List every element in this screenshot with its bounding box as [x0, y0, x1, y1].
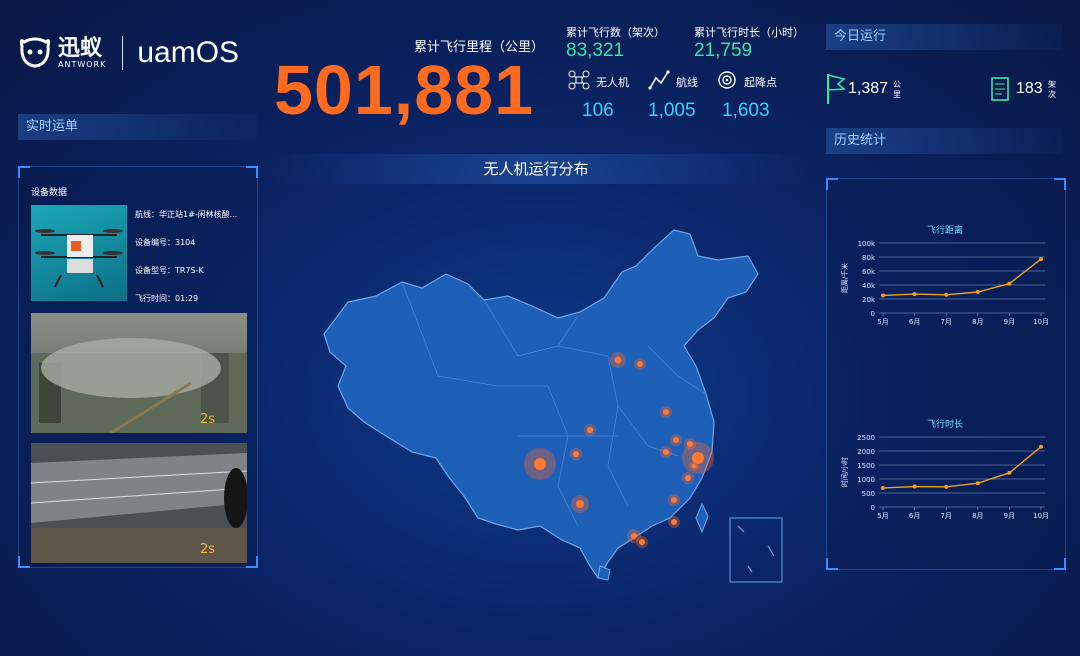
device-number: 设备编号：3104 — [135, 238, 196, 247]
duration-chart-title: 飞行时长 — [926, 420, 963, 430]
data-point — [975, 290, 980, 294]
hours-label: 累计飞行时长（小时） — [694, 26, 804, 39]
route-icon — [648, 70, 670, 94]
china-distribution-map[interactable] — [318, 226, 788, 586]
distance-chart-title: 飞行距离 — [926, 226, 963, 236]
brand-logo: 迅蚁 ANTWORK uamOS — [18, 30, 239, 76]
brand-en: ANTWORK — [58, 59, 107, 69]
drone-icon — [568, 70, 590, 94]
series-line — [882, 446, 1042, 489]
routes-value: 1,005 — [648, 100, 696, 121]
flag-icon — [826, 72, 847, 110]
video2-delay-badge: 2s — [199, 542, 215, 557]
data-point — [1039, 444, 1043, 449]
y-tick-label: 2500 — [857, 434, 875, 442]
data-point — [944, 292, 949, 297]
x-tick-label: 8月 — [972, 512, 983, 520]
y-axis-label: 距离/千米 — [840, 263, 849, 293]
data-point — [881, 293, 885, 298]
y-tick-label: 20k — [862, 296, 876, 304]
map-title: 无人机运行分布 — [266, 154, 806, 184]
landing-pad-icon — [716, 70, 738, 94]
x-tick-label: 5月 — [877, 512, 888, 520]
drone-thumbnail — [31, 205, 127, 301]
today-sorties-unit: 架次 — [1048, 80, 1056, 99]
history-header: 历史统计 — [826, 128, 1062, 154]
drones-label: 无人机 — [596, 76, 629, 89]
x-tick-label: 6月 — [909, 318, 920, 326]
y-axis-label: 时间/小时 — [840, 457, 849, 487]
data-point — [1039, 257, 1043, 262]
today-sorties-value: 183 — [1016, 80, 1043, 97]
x-tick-label: 7月 — [940, 318, 951, 326]
brand-cn: 迅蚁 — [58, 35, 103, 61]
flight-time: 飞行时间：01:29 — [135, 294, 199, 303]
x-tick-label: 7月 — [940, 512, 951, 520]
pads-value: 1,603 — [722, 100, 770, 121]
product-name: uamOS — [137, 36, 240, 69]
data-point — [881, 485, 885, 490]
data-point — [912, 484, 917, 489]
route-info: 航线：华正站1#-闲林核酸... — [135, 210, 238, 219]
mileage-value: 501,881 — [274, 51, 535, 129]
data-point — [975, 481, 980, 486]
y-tick-label: 500 — [862, 490, 875, 498]
x-tick-label: 9月 — [1004, 318, 1015, 326]
y-tick-label: 1000 — [857, 476, 875, 484]
y-tick-label: 2000 — [857, 448, 875, 456]
sorties-label: 累计飞行数（架次） — [566, 26, 665, 39]
y-tick-label: 0 — [871, 310, 875, 318]
y-tick-label: 0 — [871, 504, 875, 512]
data-point — [1007, 470, 1012, 475]
routes-label: 航线 — [676, 76, 698, 89]
brand-divider — [122, 36, 124, 70]
device-model: 设备型号：TR7S-K — [135, 266, 204, 275]
today-header: 今日运行 — [826, 24, 1062, 50]
device-data-title: 设备数据 — [31, 188, 68, 198]
series-line — [882, 258, 1042, 297]
drones-value: 106 — [582, 100, 614, 121]
y-tick-label: 80k — [862, 254, 876, 262]
today-distance-unit: 公里 — [893, 80, 901, 99]
live-video-feed-1[interactable]: 2s — [31, 313, 247, 433]
video1-delay-badge: 2s — [199, 412, 215, 427]
document-icon — [990, 76, 1010, 106]
distance-line-chart: 0 20k 40k 60k 80k 100k 距离/千米 5月 6月 7月 8月 9月 10月 — [840, 240, 1049, 326]
x-tick-label: 10月 — [1033, 512, 1049, 520]
data-point — [912, 292, 917, 297]
live-video-feed-2[interactable]: 2s — [31, 443, 247, 563]
y-tick-label: 1500 — [857, 462, 875, 470]
x-tick-label: 9月 — [1004, 512, 1015, 520]
realtime-orders-header: 实时运单 — [18, 114, 258, 140]
data-point — [1007, 281, 1012, 286]
y-tick-label: 40k — [862, 282, 876, 290]
x-tick-label: 8月 — [972, 318, 983, 326]
data-point — [944, 484, 949, 489]
duration-line-chart: 0 500 1000 1500 2000 2500 时间/小时 5月 6月 7月 8月 9月 10月 — [840, 434, 1049, 520]
history-panel: 飞行距离 0 20k 40k 60k 80k 100k 距离/千米 5月 6月 7月 8月 9月 10月… — [826, 178, 1066, 570]
y-tick-label: 60k — [862, 268, 876, 276]
pads-label: 起降点 — [744, 76, 777, 89]
today-distance-value: 1,387 — [848, 80, 889, 97]
sorties-value: 83,321 — [566, 40, 625, 61]
ant-logo-icon — [18, 36, 52, 70]
x-tick-label: 5月 — [877, 318, 888, 326]
device-panel: 设备数据 航线：华正站1#-闲林核酸... 设备编号：3104 设备型号：TR7… — [18, 166, 258, 568]
hours-value: 21,759 — [694, 40, 753, 61]
y-tick-label: 100k — [858, 240, 876, 248]
x-tick-label: 10月 — [1033, 318, 1049, 326]
x-tick-label: 6月 — [909, 512, 920, 520]
